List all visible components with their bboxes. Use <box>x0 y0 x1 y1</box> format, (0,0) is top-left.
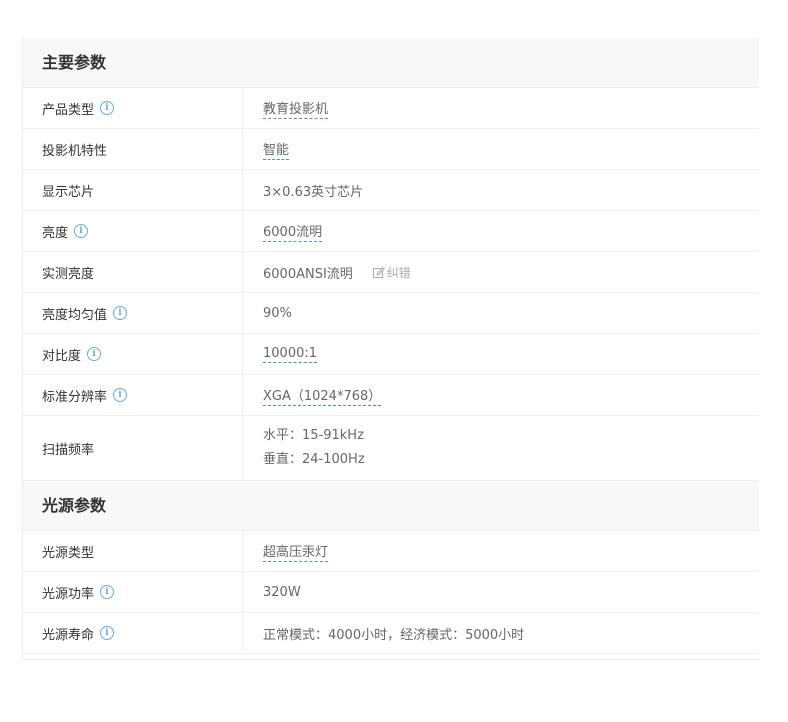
spec-row-measured-brightness: 实测亮度 6000ANSI流明 纠错 <box>23 252 759 293</box>
spec-value: 智能 <box>243 129 759 169</box>
spec-value: 正常模式：4000小时，经济模式：5000小时 <box>243 613 759 653</box>
spec-label: 亮度均匀值 i <box>23 293 243 333</box>
spec-row-brightness: 亮度 i 6000流明 <box>23 211 759 252</box>
spec-value: 90% <box>243 293 759 333</box>
spec-row-resolution: 标准分辨率 i XGA（1024*768） <box>23 375 759 416</box>
spec-value-text: 6000ANSI流明 <box>263 266 353 282</box>
spec-value: 超高压汞灯 <box>243 531 759 571</box>
spec-value-link[interactable]: 超高压汞灯 <box>263 541 329 562</box>
spec-row-projector-feature: 投影机特性 智能 <box>23 129 759 170</box>
spec-value: 水平：15-91kHz 垂直：24-100Hz <box>243 416 759 480</box>
spec-row-scan-frequency: 扫描频率 水平：15-91kHz 垂直：24-100Hz <box>23 416 759 481</box>
spec-label: 对比度 i <box>23 334 243 374</box>
spec-label: 光源寿命 i <box>23 613 243 653</box>
correction-button[interactable]: 纠错 <box>372 264 411 281</box>
spec-value-text: 90% <box>263 305 292 321</box>
spec-label: 显示芯片 <box>23 170 243 210</box>
spec-value-link[interactable]: 智能 <box>263 139 290 160</box>
spec-label: 产品类型 i <box>23 88 243 128</box>
spec-value: XGA（1024*768） <box>243 375 759 415</box>
info-icon[interactable]: i <box>74 224 89 238</box>
spec-row-brightness-uniformity: 亮度均匀值 i 90% <box>23 293 759 334</box>
info-icon[interactable]: i <box>113 388 128 402</box>
info-icon[interactable]: i <box>87 347 102 361</box>
info-icon[interactable]: i <box>100 626 115 640</box>
spec-row-light-life: 光源寿命 i 正常模式：4000小时，经济模式：5000小时 <box>23 613 759 654</box>
spec-value-text: 正常模式：4000小时，经济模式：5000小时 <box>263 627 525 643</box>
info-icon[interactable]: i <box>100 101 115 115</box>
spec-table: 主要参数 产品类型 i 教育投影机 投影机特性 智能 显示芯片 3×0.63英寸… <box>22 38 759 660</box>
spec-label: 光源功率 i <box>23 572 243 612</box>
spec-value: 320W <box>243 572 759 612</box>
spec-label: 实测亮度 <box>23 252 243 292</box>
spec-value-text: 3×0.63英寸芯片 <box>263 184 364 200</box>
spec-row-light-power: 光源功率 i 320W <box>23 572 759 613</box>
spec-value-link[interactable]: 教育投影机 <box>263 98 329 119</box>
spec-value: 6000ANSI流明 纠错 <box>243 252 759 292</box>
spec-label: 光源类型 <box>23 531 243 571</box>
spec-value-link[interactable]: XGA（1024*768） <box>263 385 382 406</box>
section-header-main-params: 主要参数 <box>23 38 759 88</box>
info-icon[interactable]: i <box>113 306 128 320</box>
edit-icon <box>372 266 385 278</box>
spec-value-link[interactable]: 10000:1 <box>263 346 318 363</box>
spec-row-product-type: 产品类型 i 教育投影机 <box>23 88 759 129</box>
spec-value-line: 垂直：24-100Hz <box>263 452 365 467</box>
correction-label: 纠错 <box>386 265 411 280</box>
spec-label: 标准分辨率 i <box>23 375 243 415</box>
spec-value: 6000流明 <box>243 211 759 251</box>
spec-value-line: 水平：15-91kHz <box>263 428 364 443</box>
spec-row-contrast: 对比度 i 10000:1 <box>23 334 759 375</box>
spec-row-light-type: 光源类型 超高压汞灯 <box>23 531 759 572</box>
spec-value: 教育投影机 <box>243 88 759 128</box>
spec-row-display-chip: 显示芯片 3×0.63英寸芯片 <box>23 170 759 211</box>
spec-value-link[interactable]: 6000流明 <box>263 221 323 242</box>
spec-label: 扫描频率 <box>23 416 243 480</box>
info-icon[interactable]: i <box>100 585 115 599</box>
spec-value-text: 320W <box>263 584 301 600</box>
section-header-light-source: 光源参数 <box>23 481 759 531</box>
spec-label: 亮度 i <box>23 211 243 251</box>
spec-value: 3×0.63英寸芯片 <box>243 170 759 210</box>
spec-value: 10000:1 <box>243 334 759 374</box>
spec-label: 投影机特性 <box>23 129 243 169</box>
